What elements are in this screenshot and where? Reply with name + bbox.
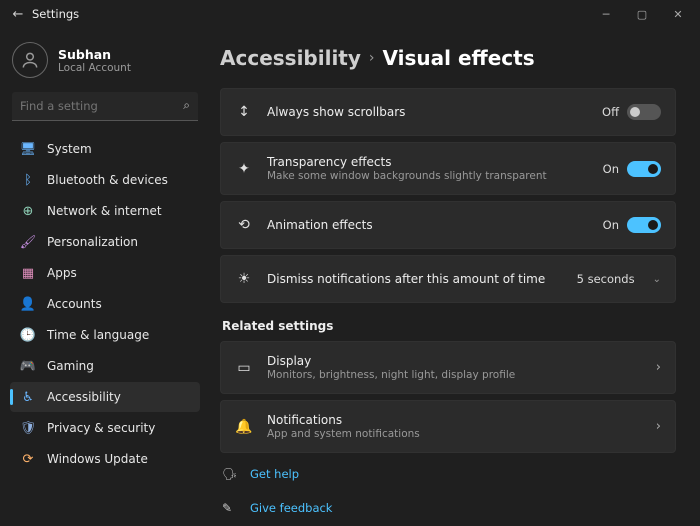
title-bar: ← Settings ─ ▢ ✕ [0, 0, 700, 28]
minimize-button[interactable]: ─ [588, 0, 624, 28]
get-help-link[interactable]: 🗣 Get help [220, 461, 676, 487]
animation-icon: ⟲ [235, 217, 253, 233]
breadcrumb-parent[interactable]: Accessibility [220, 46, 361, 70]
sidebar-item-label: Time & language [47, 328, 149, 342]
give-feedback-link[interactable]: ✎ Give feedback [220, 495, 676, 521]
chevron-right-icon: › [369, 50, 375, 66]
sidebar-item-label: Personalization [47, 235, 138, 249]
chevron-down-icon: ⌄ [653, 274, 661, 285]
animation-toggle[interactable] [627, 217, 661, 233]
pers-icon: 🖌 [20, 234, 36, 250]
net-icon: ⊕ [20, 203, 36, 219]
sidebar-item-upd[interactable]: ⟳ Windows Update [10, 444, 200, 474]
main-panel: Accessibility › Visual effects ↕ Always … [210, 28, 700, 526]
sidebar-item-net[interactable]: ⊕ Network & internet [10, 196, 200, 226]
a11y-icon: ♿ [20, 389, 36, 405]
sidebar: Subhan Local Account ⌕ 🖥 System ᛒ Bluetooth… [0, 28, 210, 526]
app-title: Settings [32, 7, 79, 21]
sidebar-item-label: Bluetooth & devices [47, 173, 168, 187]
help-icon: 🗣 [222, 467, 238, 481]
dismiss-title: Dismiss notifications after this amount … [267, 272, 563, 286]
sidebar-item-pers[interactable]: 🖌 Personalization [10, 227, 200, 257]
priv-icon: 🛡 [20, 420, 36, 436]
sidebar-item-bt[interactable]: ᛒ Bluetooth & devices [10, 165, 200, 195]
display-icon: ▭ [235, 360, 253, 376]
maximize-button[interactable]: ▢ [624, 0, 660, 28]
sidebar-item-time[interactable]: 🕒 Time & language [10, 320, 200, 350]
bt-icon: ᛒ [20, 172, 36, 188]
game-icon: 🎮 [20, 358, 36, 374]
upd-icon: ⟳ [20, 451, 36, 467]
dismiss-value: 5 seconds [577, 272, 635, 286]
breadcrumb-current: Visual effects [383, 46, 535, 70]
back-button[interactable]: ← [4, 7, 32, 22]
sidebar-item-priv[interactable]: 🛡 Privacy & security [10, 413, 200, 443]
related-header: Related settings [222, 319, 676, 333]
animation-card[interactable]: ⟲ Animation effects On [220, 201, 676, 249]
close-button[interactable]: ✕ [660, 0, 696, 28]
sidebar-item-label: System [47, 142, 92, 156]
user-account-type: Local Account [58, 62, 131, 74]
user-name: Subhan [58, 47, 131, 62]
scrollbars-icon: ↕ [235, 104, 253, 120]
give-feedback-label: Give feedback [250, 501, 332, 515]
apps-icon: ▦ [20, 265, 36, 281]
system-icon: 🖥 [20, 141, 36, 157]
scrollbars-title: Always show scrollbars [267, 105, 588, 119]
chevron-right-icon: › [656, 419, 661, 434]
transparency-icon: ✦ [235, 161, 253, 177]
sidebar-item-label: Gaming [47, 359, 94, 373]
sidebar-item-system[interactable]: 🖥 System [10, 134, 200, 164]
dismiss-dropdown[interactable]: 5 seconds ⌄ [577, 272, 661, 286]
animation-state: On [603, 218, 619, 232]
search-icon: ⌕ [183, 98, 190, 113]
search-input[interactable] [12, 92, 198, 121]
sidebar-item-label: Accessibility [47, 390, 121, 404]
sidebar-item-label: Privacy & security [47, 421, 155, 435]
sidebar-item-acct[interactable]: 👤 Accounts [10, 289, 200, 319]
bell-icon: 🔔 [235, 419, 253, 435]
acct-icon: 👤 [20, 296, 36, 312]
notifications-title: Notifications [267, 413, 642, 427]
sidebar-item-label: Accounts [47, 297, 102, 311]
get-help-label: Get help [250, 467, 299, 481]
dismiss-card[interactable]: ☀ Dismiss notifications after this amoun… [220, 255, 676, 303]
search-box[interactable]: ⌕ [12, 92, 198, 121]
time-icon: 🕒 [20, 327, 36, 343]
sidebar-item-label: Apps [47, 266, 77, 280]
sidebar-item-label: Windows Update [47, 452, 148, 466]
chevron-right-icon: › [656, 360, 661, 375]
avatar-icon [12, 42, 48, 78]
dismiss-icon: ☀ [235, 271, 253, 287]
breadcrumb: Accessibility › Visual effects [220, 46, 676, 70]
scrollbars-state: Off [602, 105, 619, 119]
transparency-state: On [603, 162, 619, 176]
feedback-icon: ✎ [222, 501, 238, 515]
user-block[interactable]: Subhan Local Account [6, 36, 204, 90]
transparency-sub: Make some window backgrounds slightly tr… [267, 170, 589, 182]
scrollbars-toggle[interactable] [627, 104, 661, 120]
display-link-card[interactable]: ▭ Display Monitors, brightness, night li… [220, 341, 676, 394]
transparency-card[interactable]: ✦ Transparency effects Make some window … [220, 142, 676, 195]
notifications-sub: App and system notifications [267, 428, 642, 440]
display-sub: Monitors, brightness, night light, displ… [267, 369, 642, 381]
sidebar-item-a11y[interactable]: ♿ Accessibility [10, 382, 200, 412]
sidebar-item-label: Network & internet [47, 204, 162, 218]
nav-list: 🖥 System ᛒ Bluetooth & devices ⊕ Network & in… [6, 133, 204, 526]
transparency-title: Transparency effects [267, 155, 589, 169]
animation-title: Animation effects [267, 218, 589, 232]
scrollbars-card[interactable]: ↕ Always show scrollbars Off [220, 88, 676, 136]
display-title: Display [267, 354, 642, 368]
transparency-toggle[interactable] [627, 161, 661, 177]
notifications-link-card[interactable]: 🔔 Notifications App and system notificat… [220, 400, 676, 453]
sidebar-item-apps[interactable]: ▦ Apps [10, 258, 200, 288]
sidebar-item-game[interactable]: 🎮 Gaming [10, 351, 200, 381]
